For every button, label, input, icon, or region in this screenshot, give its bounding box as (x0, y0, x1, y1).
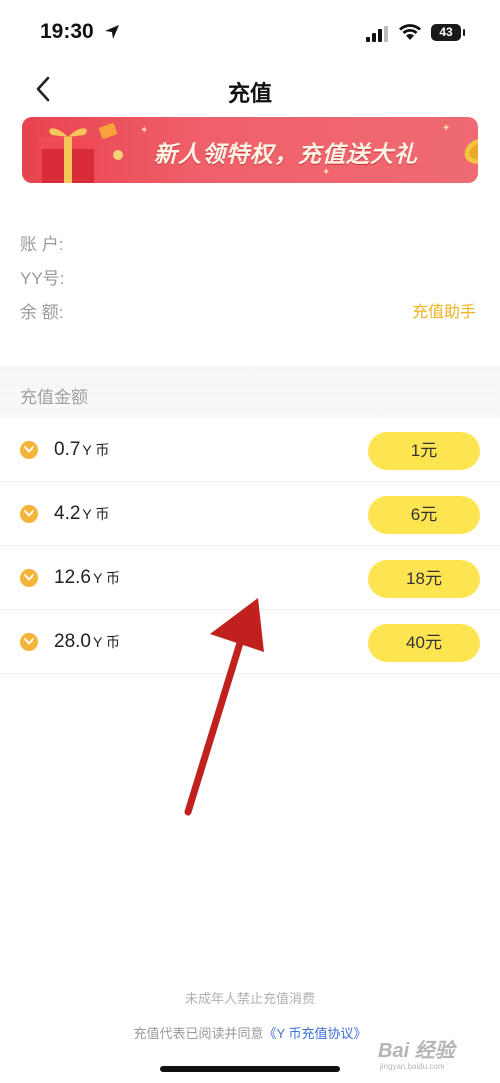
price-button-18[interactable]: 18元 (368, 560, 480, 598)
recharge-option-row[interactable]: 28.0 Y 币 40元 (0, 610, 500, 674)
option-amount: 0.7 Y 币 (54, 439, 110, 460)
minor-warning-text: 未成年人禁止充值消费 (184, 991, 315, 1006)
option-amount: 28.0 Y 币 (54, 631, 120, 652)
recharge-option-row[interactable]: 4.2 Y 币 6元 (0, 482, 500, 546)
gold-coin-icon (464, 138, 478, 164)
watermark-text: Bai 经验 (378, 1040, 455, 1062)
wifi-icon (399, 24, 421, 40)
gift-box-icon (38, 123, 123, 183)
balance-row: 余 额: 充值助手 (20, 298, 480, 332)
battery-icon: 43 (431, 24, 465, 41)
recharge-helper-link[interactable]: 充值助手 (412, 298, 476, 322)
account-info: 账 户: YY号: 余 额: 充值助手 (20, 230, 480, 332)
balance-label: 余 额: (20, 303, 64, 322)
watermark: Bai 经验 jingyan.baidu.com (378, 1030, 490, 1078)
home-indicator (160, 1066, 340, 1072)
account-row: 账 户: (20, 230, 480, 264)
section-header: 充值金额 (0, 366, 500, 418)
price-button-40[interactable]: 40元 (368, 624, 480, 662)
y-coin-icon (20, 441, 38, 459)
nav-bar: 充值 (0, 64, 500, 116)
agreement-prefix: 充值代表已阅读并同意 (133, 1026, 264, 1041)
signal-icon (366, 26, 388, 42)
agreement-link[interactable]: 《Y 币充值协议》 (263, 1026, 366, 1041)
account-label: 账 户: (20, 235, 64, 254)
recharge-option-row[interactable]: 0.7 Y 币 1元 (0, 418, 500, 482)
watermark-sub: jingyan.baidu.com (380, 1062, 445, 1071)
y-coin-icon (20, 569, 38, 587)
recharge-options: 0.7 Y 币 1元 4.2 Y 币 6元 12.6 Y 币 18元 28.0 Y 币 … (0, 418, 500, 674)
price-button-6[interactable]: 6元 (368, 496, 480, 534)
page-title: 充值 (227, 81, 272, 106)
promo-banner[interactable]: ✦ ✦ ✦ 新人领特权，充值送大礼 (22, 117, 478, 183)
yy-number-label: YY号: (20, 269, 65, 288)
location-arrow-icon (105, 25, 119, 39)
banner-text: 新人领特权，充值送大礼 (154, 141, 418, 167)
option-amount: 4.2 Y 币 (54, 503, 110, 524)
recharge-option-row[interactable]: 12.6 Y 币 18元 (0, 546, 500, 610)
y-coin-icon (20, 505, 38, 523)
option-amount: 12.6 Y 币 (54, 567, 120, 588)
section-label: 充值金额 (20, 388, 88, 407)
price-button-1[interactable]: 1元 (368, 432, 480, 470)
yy-number-row: YY号: (20, 264, 480, 298)
status-bar: 19:30 43 (0, 0, 500, 64)
y-coin-icon (20, 633, 38, 651)
status-time: 19:30 (40, 20, 94, 43)
